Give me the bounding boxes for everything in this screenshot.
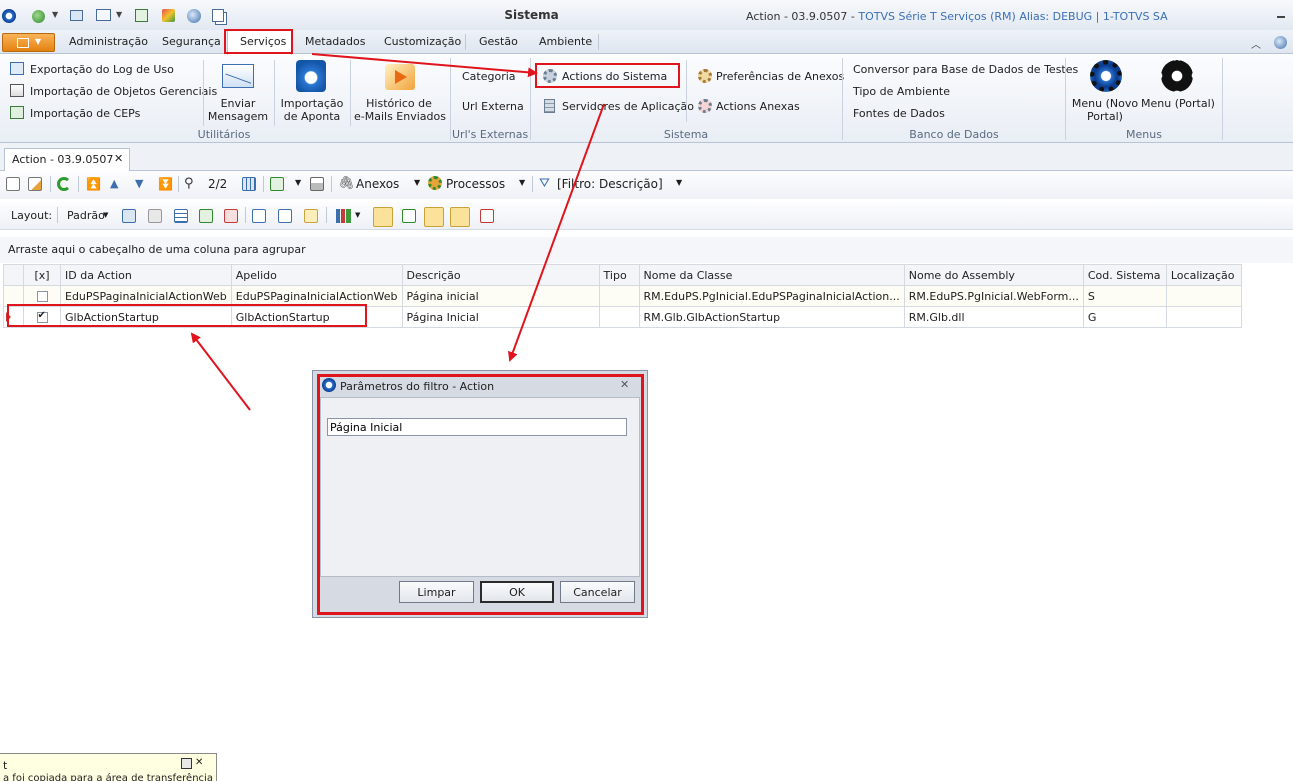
arrow-to-actions-do-sistema <box>311 53 538 78</box>
notification-message: a foi copiada para a área de transferênc… <box>3 773 213 781</box>
notification-pin-icon[interactable] <box>181 758 192 769</box>
notification-title: t <box>3 759 8 772</box>
arrow-to-filter-dialog <box>508 103 605 362</box>
clipboard-notification: t ✕ a foi copiada para a área de transfe… <box>0 753 217 781</box>
arrow-to-selected-row <box>190 332 251 411</box>
annotation-arrows <box>190 53 605 411</box>
notification-close-icon[interactable]: ✕ <box>195 757 203 768</box>
